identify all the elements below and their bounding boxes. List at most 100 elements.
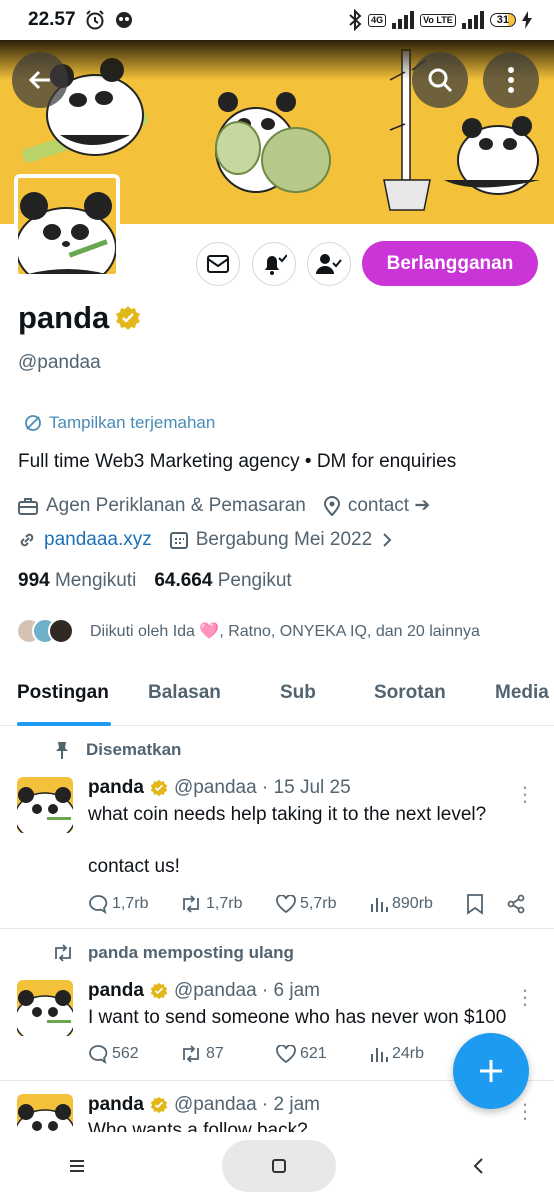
home-button[interactable]: [222, 1140, 336, 1192]
following-button[interactable]: [307, 242, 351, 286]
reply-button[interactable]: 562: [88, 1044, 180, 1064]
network-type: 4G: [368, 13, 387, 27]
profile-avatar[interactable]: [14, 174, 120, 278]
location-link[interactable]: contact ➔: [323, 494, 430, 517]
chevron-right-icon[interactable]: [380, 532, 394, 548]
reply-count: 1,7rb: [112, 895, 149, 912]
like-button[interactable]: 621: [276, 1045, 370, 1063]
views-button[interactable]: 890rb: [370, 895, 466, 913]
like-count: 621: [300, 1045, 327, 1062]
pin-icon: [56, 742, 68, 759]
bluetooth-icon: [349, 9, 362, 31]
profile-tabs: Postingan Balasan Sub Sorotan Media: [0, 668, 554, 726]
heart-icon: [276, 1045, 296, 1063]
back-button[interactable]: [12, 52, 68, 108]
profile-joined-date: Bergabung Mei 2022: [195, 529, 373, 550]
subscribe-button[interactable]: Berlangganan: [362, 241, 538, 286]
banner-top-shade: [0, 40, 554, 80]
volte-badge: Vo LTE: [420, 13, 456, 27]
translate-bio-link[interactable]: Tampilkan terjemahan: [24, 413, 215, 433]
repost-button[interactable]: 87: [180, 1044, 276, 1064]
post-divider: [0, 928, 554, 929]
post-avatar[interactable]: [17, 1094, 73, 1132]
following-stat[interactable]: 994 Mengikuti: [18, 570, 136, 592]
recent-apps-icon[interactable]: [68, 1158, 86, 1174]
repost-button[interactable]: 1,7rb: [180, 894, 276, 914]
like-button[interactable]: 5,7rb: [276, 895, 370, 913]
tab-subs[interactable]: Sub: [280, 682, 316, 704]
followers-stat[interactable]: 64.664 Pengikut: [154, 570, 291, 592]
profile-handle: @pandaa: [18, 352, 101, 373]
back-arrow-icon: [28, 70, 50, 90]
views-chart-icon: [371, 1048, 388, 1062]
views-button[interactable]: 24rb: [370, 1045, 466, 1063]
plus-icon: [480, 1060, 502, 1082]
active-tab-indicator: [17, 722, 111, 726]
following-count: 994: [18, 570, 50, 591]
post-author-name[interactable]: panda: [88, 1094, 144, 1116]
reply-button[interactable]: 1,7rb: [88, 894, 180, 914]
tab-replies[interactable]: Balasan: [148, 682, 221, 704]
panda-avatar-image: [17, 990, 73, 1036]
post-avatar[interactable]: [17, 980, 73, 1036]
bookmark-icon[interactable]: [466, 893, 484, 915]
followed-by-text: Diikuti oleh Ida 🩷, Ratno, ONYEKA IQ, da…: [90, 623, 480, 640]
location-pin-icon: [323, 495, 340, 516]
repost-context: panda memposting ulang: [52, 943, 294, 963]
alarm-icon: [85, 10, 104, 30]
profile-name-text: panda: [18, 300, 110, 335]
search-button[interactable]: [412, 52, 468, 108]
post-author-name[interactable]: panda: [88, 980, 144, 1002]
translate-icon: [25, 415, 41, 431]
followed-by-row[interactable]: Diikuti oleh Ida 🩷, Ratno, ONYEKA IQ, da…: [16, 618, 480, 644]
compose-post-button[interactable]: [453, 1033, 529, 1109]
profile-website[interactable]: pandaaa.xyz: [44, 529, 152, 551]
mail-icon: [207, 255, 229, 273]
post-text: I want to send someone who has never won…: [88, 1007, 507, 1028]
post-menu-button[interactable]: · · ·: [518, 1093, 532, 1129]
post-handle-time: @pandaa · 6 jam: [173, 980, 320, 1001]
tab-highlights[interactable]: Sorotan: [374, 682, 446, 704]
view-count: 24rb: [392, 1045, 425, 1062]
share-icon[interactable]: [506, 894, 526, 914]
message-button[interactable]: [196, 242, 240, 286]
panda-avatar-image: [17, 1104, 73, 1132]
views-chart-icon: [371, 898, 388, 912]
view-count: 890rb: [392, 895, 433, 912]
post-author-name[interactable]: panda: [88, 777, 144, 799]
translate-label: Tampilkan terjemahan: [49, 413, 216, 432]
heart-icon: [276, 895, 296, 913]
website-link[interactable]: pandaaa.xyz: [18, 529, 152, 551]
post-text-line-2: contact us!: [88, 856, 180, 877]
repost-context-label: panda memposting ulang: [88, 943, 294, 962]
post-header: panda @pandaa · 2 jam: [88, 1094, 320, 1116]
verified-badge-icon: [150, 982, 168, 1000]
more-options-button[interactable]: [483, 52, 539, 108]
profile-meta-row-1: Agen Periklanan & Pemasaran contact ➔: [18, 494, 448, 517]
tab-media[interactable]: Media: [495, 682, 549, 704]
profile-name: panda: [18, 300, 141, 336]
repost-icon: [183, 1045, 199, 1063]
repost-count: 1,7rb: [206, 895, 243, 912]
back-chevron-icon[interactable]: [472, 1157, 486, 1175]
verified-badge-icon[interactable]: [115, 305, 141, 331]
post-text: Who wants a follow back?: [88, 1120, 308, 1132]
signal-icon: [392, 11, 415, 29]
post-menu-button[interactable]: · · ·: [518, 979, 532, 1015]
status-time: 22.57: [28, 9, 76, 30]
app-notification-icon: [115, 12, 132, 28]
post-actions: 1,7rb 1,7rb 5,7rb 890rb: [88, 893, 538, 915]
search-icon: [428, 68, 453, 93]
post-menu-button[interactable]: · · ·: [518, 776, 532, 812]
briefcase-icon: [18, 497, 38, 515]
follower-avatar-3: [48, 618, 74, 644]
notifications-button[interactable]: [252, 242, 296, 286]
status-bar: 22.57 4G Vo LTE 31: [0, 0, 554, 40]
profile-bio: Full time Web3 Marketing agency • DM for…: [18, 451, 457, 472]
reply-count: 562: [112, 1045, 139, 1062]
repost-icon: [55, 944, 71, 962]
tab-posts[interactable]: Postingan: [17, 682, 109, 704]
post-avatar[interactable]: [17, 777, 73, 833]
reply-icon: [89, 895, 108, 914]
profile-meta-row-2: pandaaa.xyz Bergabung Mei 2022: [18, 529, 412, 551]
